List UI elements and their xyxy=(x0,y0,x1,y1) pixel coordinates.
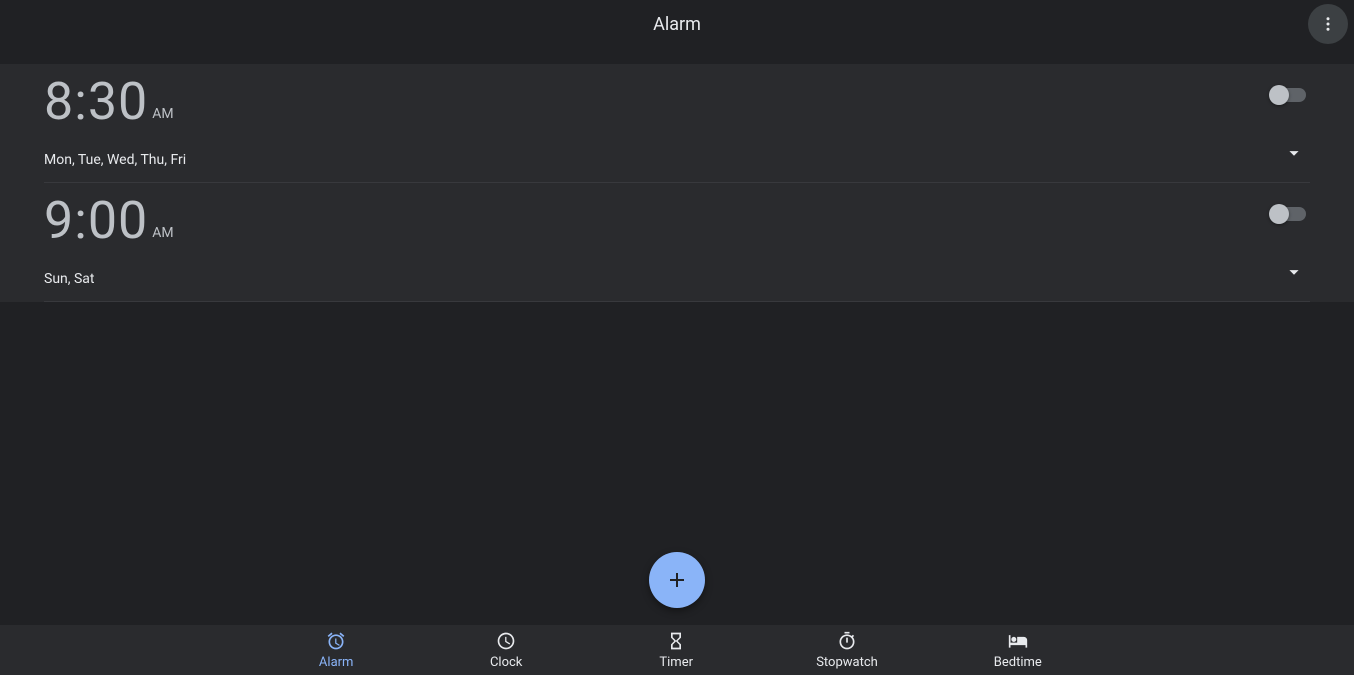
toggle-knob xyxy=(1269,85,1289,105)
bed-icon xyxy=(1008,631,1028,651)
more-options-button[interactable] xyxy=(1308,4,1348,44)
toggle-knob xyxy=(1269,204,1289,224)
nav-label: Bedtime xyxy=(994,655,1042,670)
alarm-days: Sun, Sat xyxy=(44,271,1310,287)
bottom-nav: Alarm Clock Timer Stopwatch Bedtime xyxy=(0,625,1354,675)
expand-button[interactable] xyxy=(1282,260,1306,284)
nav-label: Clock xyxy=(490,655,522,670)
alarm-days: Mon, Tue, Wed, Thu, Fri xyxy=(44,152,1310,168)
alarm-list: 8:30 AM Mon, Tue, Wed, Thu, Fri 9:00 AM … xyxy=(0,64,1354,302)
clock-icon xyxy=(496,631,516,651)
alarm-item[interactable]: 8:30 AM Mon, Tue, Wed, Thu, Fri xyxy=(0,64,1354,183)
nav-tab-alarm[interactable]: Alarm xyxy=(306,631,366,675)
page-title: Alarm xyxy=(653,14,701,35)
alarm-time-row[interactable]: 9:00 AM xyxy=(44,195,1310,247)
nav-tab-clock[interactable]: Clock xyxy=(476,631,536,675)
stopwatch-icon xyxy=(837,631,857,651)
app-header: Alarm xyxy=(0,0,1354,64)
expand-button[interactable] xyxy=(1282,141,1306,165)
alarm-item[interactable]: 9:00 AM Sun, Sat xyxy=(0,183,1354,302)
alarm-ampm: AM xyxy=(152,225,173,241)
nav-tab-timer[interactable]: Timer xyxy=(646,631,706,675)
nav-tab-stopwatch[interactable]: Stopwatch xyxy=(816,631,878,675)
hourglass-icon xyxy=(666,631,686,651)
divider xyxy=(44,301,1310,302)
alarm-toggle[interactable] xyxy=(1272,207,1306,221)
alarm-time: 8:30 xyxy=(44,76,148,128)
nav-label: Timer xyxy=(659,655,693,670)
chevron-down-icon xyxy=(1283,261,1305,283)
add-alarm-button[interactable] xyxy=(649,552,705,608)
nav-label: Alarm xyxy=(319,655,354,670)
alarm-toggle[interactable] xyxy=(1272,88,1306,102)
alarm-time: 9:00 xyxy=(44,195,148,247)
nav-tab-bedtime[interactable]: Bedtime xyxy=(988,631,1048,675)
plus-icon xyxy=(665,568,689,592)
more-vert-icon xyxy=(1319,15,1337,33)
alarm-ampm: AM xyxy=(152,106,173,122)
nav-label: Stopwatch xyxy=(816,655,878,670)
alarm-icon xyxy=(326,631,346,651)
alarm-time-row[interactable]: 8:30 AM xyxy=(44,76,1310,128)
chevron-down-icon xyxy=(1283,142,1305,164)
